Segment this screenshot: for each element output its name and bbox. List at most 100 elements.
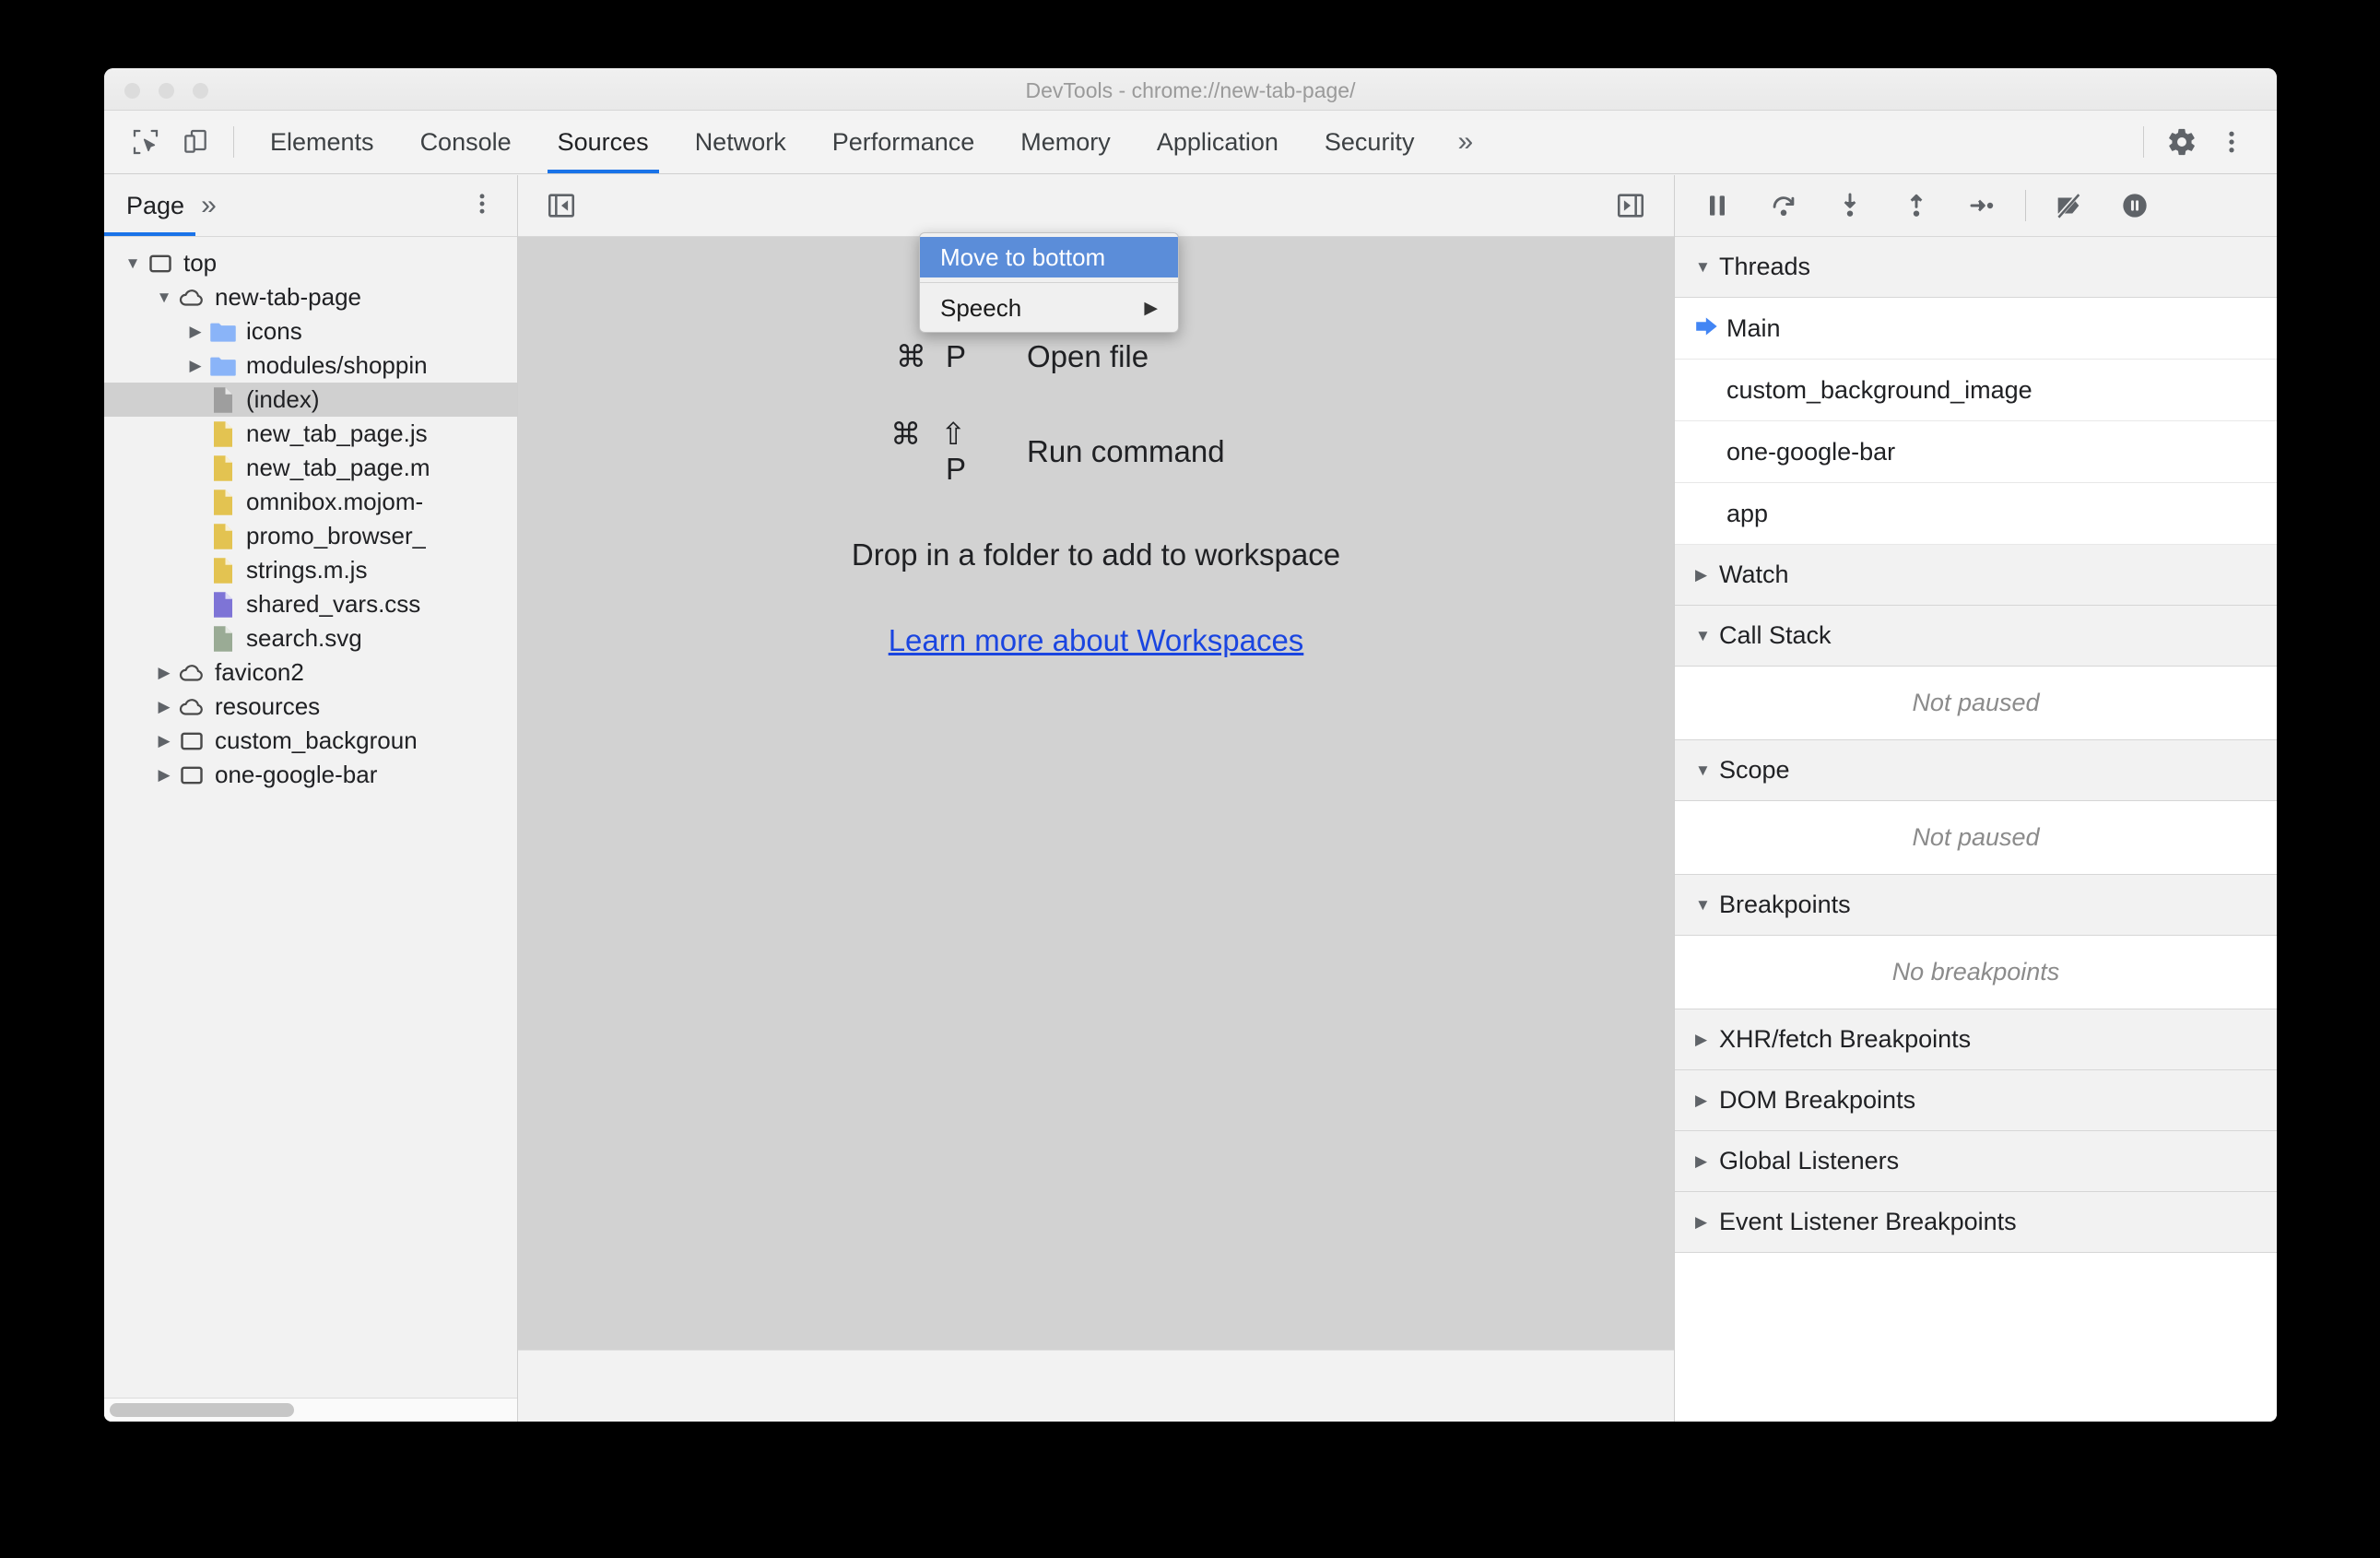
scrollbar-thumb[interactable] bbox=[110, 1403, 294, 1417]
tree-item-new-tab-page-js[interactable]: new_tab_page.js bbox=[104, 417, 517, 451]
step-over-next-function-call-button[interactable] bbox=[1750, 179, 1817, 232]
tree-twisty-right-icon[interactable]: ▶ bbox=[152, 665, 176, 680]
section-header-scope[interactable]: ▼ Scope bbox=[1675, 740, 2277, 801]
expand-debugger-icon[interactable] bbox=[1606, 181, 1655, 230]
context-menu-item-label: Move to bottom bbox=[940, 242, 1106, 271]
tree-item-label: resources bbox=[215, 692, 321, 720]
navigator-tab-page[interactable]: Page bbox=[104, 175, 196, 236]
tab-network[interactable]: Network bbox=[672, 111, 809, 173]
tab-memory[interactable]: Memory bbox=[997, 111, 1134, 173]
empty-state-call-stack: Not paused bbox=[1675, 667, 2277, 740]
editor-toolbar bbox=[518, 175, 1674, 237]
tree-twisty-right-icon[interactable]: ▶ bbox=[152, 699, 176, 714]
navigator-more-tabs-chevron-icon[interactable]: » bbox=[184, 190, 233, 221]
section-header-event-listener-breakpoints[interactable]: ▶ Event Listener Breakpoints bbox=[1675, 1192, 2277, 1253]
section-caret-icon: ▼ bbox=[1695, 761, 1711, 779]
tree-twisty-right-icon[interactable]: ▶ bbox=[183, 358, 207, 373]
section-caret-icon: ▶ bbox=[1695, 1151, 1708, 1170]
folder-icon bbox=[207, 355, 239, 377]
tab-security[interactable]: Security bbox=[1302, 111, 1438, 173]
section-header-global-listeners[interactable]: ▶ Global Listeners bbox=[1675, 1131, 2277, 1192]
tab-console[interactable]: Console bbox=[397, 111, 535, 173]
collapse-sidebar-icon[interactable] bbox=[536, 181, 586, 230]
context-menu-item-speech[interactable]: Speech ▶ bbox=[920, 288, 1178, 328]
shortcut-description: Open file bbox=[1027, 338, 1149, 373]
shortcut-row: ⌘ P Open file bbox=[852, 338, 1340, 374]
section-header-threads[interactable]: ▼ Threads bbox=[1675, 237, 2277, 298]
step-out-of-current-function-button[interactable] bbox=[1883, 179, 1950, 232]
section-caret-icon: ▶ bbox=[1695, 1212, 1708, 1231]
inspect-element-icon[interactable] bbox=[121, 117, 171, 167]
step-into-next-function-call-button[interactable] bbox=[1817, 179, 1883, 232]
tab-sources[interactable]: Sources bbox=[535, 111, 672, 173]
tree-item-favicon2[interactable]: ▶ favicon2 bbox=[104, 655, 517, 690]
section-header-dom-breakpoints[interactable]: ▶ DOM Breakpoints bbox=[1675, 1070, 2277, 1131]
editor-pane: ⌘ P Open file ⌘ ⇧ P Run command Drop in … bbox=[518, 175, 1675, 1422]
gear-icon[interactable] bbox=[2157, 117, 2207, 167]
tab-application[interactable]: Application bbox=[1134, 111, 1302, 173]
deactivate-breakpoints-button[interactable] bbox=[2035, 179, 2102, 232]
thread-row-custom-background-image[interactable]: custom_background_image bbox=[1675, 360, 2277, 421]
tree-twisty-down-icon[interactable]: ▼ bbox=[152, 289, 176, 305]
three-dot-menu-icon[interactable] bbox=[2207, 117, 2256, 167]
tree-twisty-right-icon[interactable]: ▶ bbox=[152, 733, 176, 749]
section-caret-icon: ▶ bbox=[1695, 1091, 1708, 1109]
navigator-toolbar: Page » bbox=[104, 175, 517, 237]
tab-elements[interactable]: Elements bbox=[247, 111, 397, 173]
frame-icon bbox=[176, 762, 207, 788]
tree-item-new-tab-page[interactable]: ▼ new-tab-page bbox=[104, 280, 517, 314]
context-menu-item-label: Speech bbox=[940, 293, 1022, 322]
submenu-arrow-icon: ▶ bbox=[1144, 298, 1158, 318]
step-button[interactable] bbox=[1950, 179, 2016, 232]
frame-icon bbox=[176, 728, 207, 754]
file-js-icon bbox=[207, 523, 239, 550]
tree-item-promo-browser[interactable]: promo_browser_ bbox=[104, 519, 517, 553]
section-header-call-stack[interactable]: ▼ Call Stack bbox=[1675, 606, 2277, 667]
file-js-icon bbox=[207, 557, 239, 584]
resume-script-execution-button[interactable] bbox=[1684, 179, 1750, 232]
thread-label: Main bbox=[1726, 313, 1781, 342]
tree-item-new-tab-page-m[interactable]: new_tab_page.m bbox=[104, 451, 517, 485]
navigator-horizontal-scrollbar[interactable] bbox=[104, 1398, 517, 1422]
thread-row-app[interactable]: app bbox=[1675, 483, 2277, 545]
tree-item-omnibox-mojom[interactable]: omnibox.mojom- bbox=[104, 485, 517, 519]
file-tree[interactable]: ▼ top ▼ new-tab-page ▶ icons ▶ modules/shoppin (… bbox=[104, 237, 517, 1398]
device-toolbar-icon[interactable] bbox=[171, 117, 220, 167]
tree-item-search-svg[interactable]: search.svg bbox=[104, 621, 517, 655]
tree-item-resources[interactable]: ▶ resources bbox=[104, 690, 517, 724]
folder-icon bbox=[207, 321, 239, 343]
tree-item-label: icons bbox=[246, 317, 302, 345]
section-caret-icon: ▶ bbox=[1695, 1030, 1708, 1048]
section-header-breakpoints[interactable]: ▼ Breakpoints bbox=[1675, 875, 2277, 936]
thread-row-main[interactable]: Main bbox=[1675, 298, 2277, 360]
more-tabs-chevron-icon[interactable]: » bbox=[1437, 126, 1493, 158]
tree-item-modules-shoppin[interactable]: ▶ modules/shoppin bbox=[104, 348, 517, 383]
tab-performance[interactable]: Performance bbox=[809, 111, 998, 173]
tree-item-shared-vars-css[interactable]: shared_vars.css bbox=[104, 587, 517, 621]
section-header-xhr-fetch-breakpoints[interactable]: ▶ XHR/fetch Breakpoints bbox=[1675, 1009, 2277, 1070]
tree-twisty-right-icon[interactable]: ▶ bbox=[152, 767, 176, 783]
tree-item-label: favicon2 bbox=[215, 658, 304, 686]
debugger-pane: ▼ Threads Main custom_background_image one-g… bbox=[1675, 175, 2277, 1422]
tree-item-label: modules/shoppin bbox=[246, 351, 428, 379]
section-title: Threads bbox=[1719, 253, 1811, 280]
tree-item-label: new_tab_page.js bbox=[246, 419, 428, 447]
tree-item-custom-backgroun[interactable]: ▶ custom_backgroun bbox=[104, 724, 517, 758]
tree-item-strings-m-js[interactable]: strings.m.js bbox=[104, 553, 517, 587]
tree-twisty-down-icon[interactable]: ▼ bbox=[121, 255, 145, 271]
tree-item-label: custom_backgroun bbox=[215, 726, 418, 754]
editor-empty-state: ⌘ P Open file ⌘ ⇧ P Run command Drop in … bbox=[518, 237, 1674, 1350]
context-menu-item-move-to-bottom[interactable]: Move to bottom bbox=[920, 237, 1178, 277]
section-header-watch[interactable]: ▶ Watch bbox=[1675, 545, 2277, 606]
tree-item-index[interactable]: (index) bbox=[104, 383, 517, 417]
navigator-more-options-icon[interactable] bbox=[469, 191, 517, 221]
thread-row-one-google-bar[interactable]: one-google-bar bbox=[1675, 421, 2277, 483]
shortcut-keys: ⌘ ⇧ P bbox=[890, 417, 972, 486]
tree-twisty-right-icon[interactable]: ▶ bbox=[183, 324, 207, 339]
tree-item-icons[interactable]: ▶ icons bbox=[104, 314, 517, 348]
tree-item-top[interactable]: ▼ top bbox=[104, 246, 517, 280]
tree-item-one-google-bar[interactable]: ▶ one-google-bar bbox=[104, 758, 517, 792]
thread-label: one-google-bar bbox=[1726, 437, 1896, 466]
pause-on-exceptions-button[interactable] bbox=[2102, 179, 2168, 232]
learn-more-workspaces-link[interactable]: Learn more about Workspaces bbox=[889, 623, 1304, 658]
